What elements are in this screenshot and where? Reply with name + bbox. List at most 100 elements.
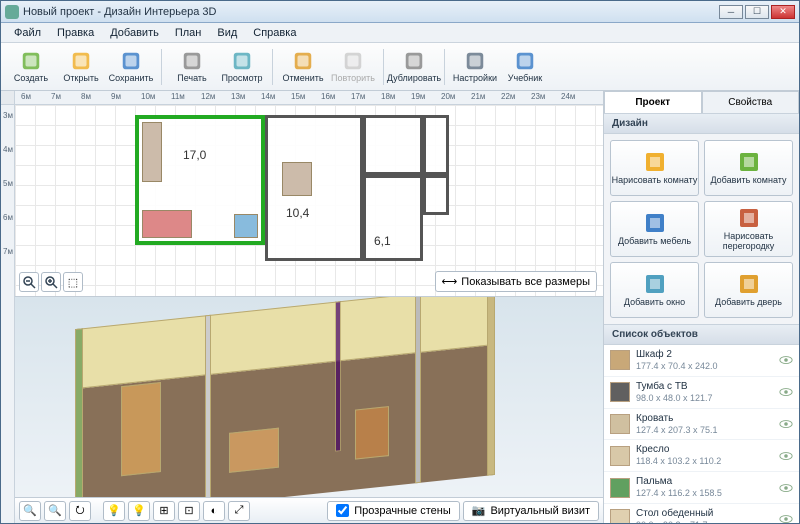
room-4[interactable]: 6,1 <box>363 175 423 261</box>
plan-2d-view[interactable]: 17,0 10,4 6,1 ⬚ <box>15 105 603 297</box>
zoom-fit-button[interactable]: ⬚ <box>63 272 83 292</box>
toolbar-settings-button[interactable]: Настройки <box>451 45 499 89</box>
object-row[interactable]: Стол обеденный 90.0 x 90.2 x 71.7 <box>604 504 799 523</box>
minimize-button[interactable]: ─ <box>719 5 743 19</box>
toolbar-file-new-button[interactable]: Создать <box>7 45 55 89</box>
room-5[interactable] <box>423 115 449 175</box>
design-icon <box>643 272 667 296</box>
undo-icon <box>292 50 314 72</box>
zoom-in-button[interactable] <box>41 272 61 292</box>
menu-вид[interactable]: Вид <box>210 25 244 41</box>
transparent-walls-toggle[interactable]: Прозрачные стены <box>327 501 459 521</box>
room-1[interactable]: 17,0 <box>135 115 265 245</box>
transparent-walls-label: Прозрачные стены <box>354 505 450 517</box>
toolbar-print-button[interactable]: Печать <box>168 45 216 89</box>
object-row[interactable]: Кресло 118.4 x 103.2 x 110.2 <box>604 440 799 472</box>
object-row[interactable]: Кровать 127.4 x 207.3 x 75.1 <box>604 409 799 441</box>
object-row[interactable]: Тумба с ТВ 98.0 x 48.0 x 121.7 <box>604 377 799 409</box>
toolbar-label: Создать <box>14 74 48 83</box>
object-row[interactable]: Пальма 127.4 x 116.2 x 158.5 <box>604 472 799 504</box>
tab-properties[interactable]: Свойства <box>702 91 800 113</box>
design-icon <box>737 150 761 174</box>
menu-добавить[interactable]: Добавить <box>103 25 166 41</box>
close-button[interactable]: ✕ <box>771 5 795 19</box>
design-button[interactable]: Нарисовать перегородку <box>704 201 793 257</box>
show-dims-label: Показывать все размеры <box>461 276 590 288</box>
visibility-icon[interactable] <box>779 355 793 365</box>
object-dims: 127.4 x 116.2 x 158.5 <box>636 488 773 499</box>
maximize-button[interactable]: ☐ <box>745 5 769 19</box>
design-button[interactable]: Нарисовать комнату <box>610 140 699 196</box>
furniture[interactable] <box>142 210 192 238</box>
light2-button[interactable]: 💡 <box>128 501 150 521</box>
show-dimensions-toggle[interactable]: ⟷ Показывать все размеры <box>435 271 597 292</box>
room-2[interactable]: 10,4 <box>265 115 363 261</box>
object-dims: 177.4 x 70.4 x 242.0 <box>636 361 773 372</box>
toolbar-label: Отменить <box>282 74 323 83</box>
toolbar-preview-button[interactable]: Просмотр <box>218 45 266 89</box>
axis-button[interactable]: ⤢ <box>228 501 250 521</box>
view-button[interactable]: ⊞ <box>153 501 175 521</box>
menu-файл[interactable]: Файл <box>7 25 48 41</box>
design-button[interactable]: Добавить окно <box>610 262 699 318</box>
rotate-icon[interactable]: ⭮ <box>69 501 91 521</box>
object-list[interactable]: Шкаф 2 177.4 x 70.4 x 242.0 Тумба с ТВ 9… <box>604 345 799 523</box>
camera-button[interactable]: ⊡ <box>178 501 200 521</box>
menu-план[interactable]: План <box>168 25 209 41</box>
object-dims: 127.4 x 207.3 x 75.1 <box>636 425 773 436</box>
visibility-icon[interactable] <box>779 483 793 493</box>
object-thumb <box>610 478 630 498</box>
room-area-label: 6,1 <box>374 234 391 248</box>
viewport: 17,0 10,4 6,1 ⬚ <box>15 105 603 523</box>
zoom-out-button[interactable] <box>19 272 39 292</box>
visibility-icon[interactable] <box>779 451 793 461</box>
zoom-controls-2d: ⬚ <box>19 272 83 292</box>
transparent-walls-checkbox[interactable] <box>336 504 349 517</box>
plan-3d-view[interactable]: 🔍 🔍 ⭮ 💡 💡 ⊞ ⊡ ◐ ⤢ Прозрачные сте <box>15 297 603 523</box>
furniture[interactable] <box>234 214 258 238</box>
light-button[interactable]: 💡 <box>103 501 125 521</box>
room-area-label: 17,0 <box>183 148 206 162</box>
app-icon <box>5 5 19 19</box>
zoom-out-3d-button[interactable]: 🔍 <box>19 501 41 521</box>
design-panel-header: Дизайн <box>604 113 799 134</box>
zoom-in-3d-button[interactable]: 🔍 <box>44 501 66 521</box>
virtual-tour-button[interactable]: 📷 Виртуальный визит <box>463 501 599 521</box>
object-thumb <box>610 382 630 402</box>
toolbar-duplicate-button[interactable]: Дублировать <box>390 45 438 89</box>
tab-project[interactable]: Проект <box>604 91 702 113</box>
design-icon <box>737 206 761 230</box>
visibility-icon[interactable] <box>779 514 793 523</box>
menu-справка[interactable]: Справка <box>246 25 303 41</box>
main-area: 6м7м8м9м10м11м12м13м14м15м16м17м18м19м20… <box>1 91 799 523</box>
design-label: Добавить окно <box>624 298 685 308</box>
object-row[interactable]: Шкаф 2 177.4 x 70.4 x 242.0 <box>604 345 799 377</box>
furniture[interactable] <box>142 122 162 182</box>
side-panel: Проект Свойства Дизайн Нарисовать комнат… <box>604 91 799 523</box>
furniture[interactable] <box>282 162 312 196</box>
design-button[interactable]: Добавить мебель <box>610 201 699 257</box>
toolbar-tutorial-button[interactable]: Учебник <box>501 45 549 89</box>
settings-icon <box>464 50 486 72</box>
visibility-icon[interactable] <box>779 419 793 429</box>
object-name: Кровать <box>636 413 773 425</box>
room-6[interactable] <box>423 175 449 215</box>
window-title: Новый проект - Дизайн Интерьера 3D <box>23 6 216 18</box>
room-3[interactable] <box>363 115 423 175</box>
title-bar: Новый проект - Дизайн Интерьера 3D ─ ☐ ✕ <box>1 1 799 23</box>
toolbar-label: Сохранить <box>109 74 154 83</box>
toolbar-undo-button[interactable]: Отменить <box>279 45 327 89</box>
toolbar-folder-open-button[interactable]: Открыть <box>57 45 105 89</box>
folder-open-icon <box>70 50 92 72</box>
design-label: Добавить комнату <box>710 176 786 186</box>
visibility-icon[interactable] <box>779 387 793 397</box>
object-dims: 98.0 x 48.0 x 121.7 <box>636 393 773 404</box>
object-thumb <box>610 414 630 434</box>
menu-правка[interactable]: Правка <box>50 25 101 41</box>
objects-panel-header: Список объектов <box>604 324 799 345</box>
design-button[interactable]: Добавить комнату <box>704 140 793 196</box>
toolbar-save-button[interactable]: Сохранить <box>107 45 155 89</box>
bulb-button[interactable]: ◐ <box>203 501 225 521</box>
design-button[interactable]: Добавить дверь <box>704 262 793 318</box>
canvas-area: 6м7м8м9м10м11м12м13м14м15м16м17м18м19м20… <box>1 91 604 523</box>
